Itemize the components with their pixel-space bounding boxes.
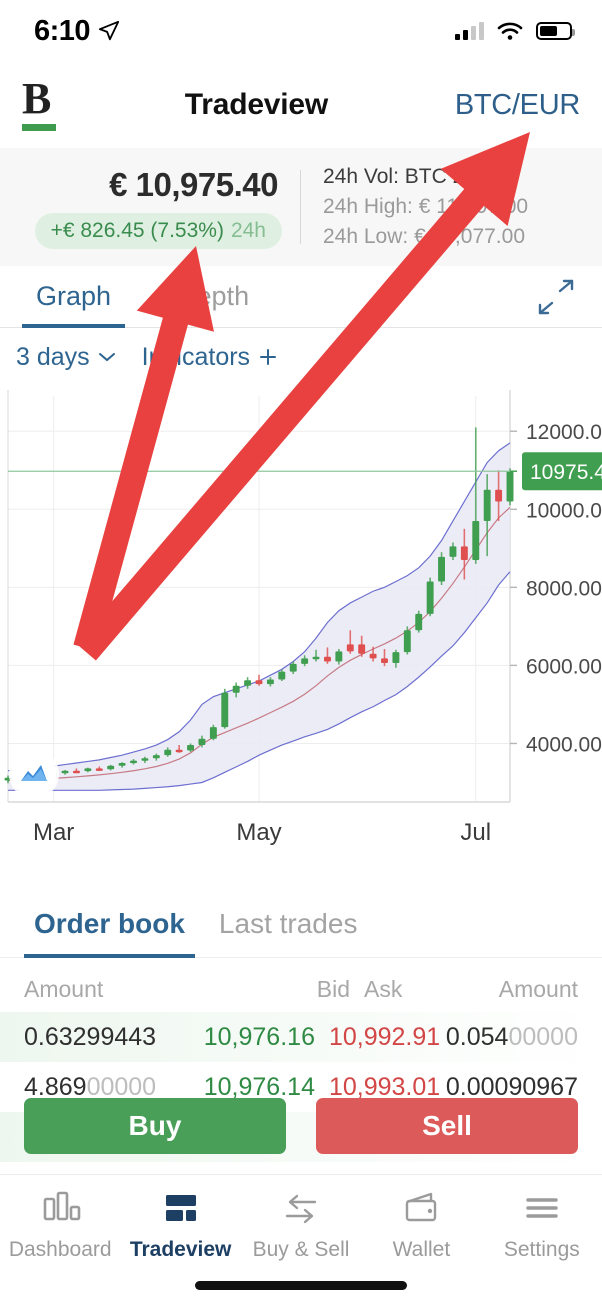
logo-underline <box>22 124 56 131</box>
nav-item-tradeview[interactable]: Tradeview <box>120 1189 240 1262</box>
price-chart[interactable]: 4000.00 6000.00 8000.00 10000.00 12000.00 109… <box>0 384 602 868</box>
header-ask: Ask <box>364 975 403 1002</box>
nav-label-buy-sell: Buy & Sell <box>252 1238 350 1261</box>
range-label: 3 days <box>16 342 90 371</box>
chart-type-icon[interactable] <box>12 752 56 796</box>
trade-actions: Buy Sell <box>0 1098 602 1154</box>
svg-text:Jul: Jul <box>460 819 491 846</box>
price-change-period: 24h <box>230 218 266 242</box>
header-amount-left: Amount <box>24 975 104 1002</box>
header-amount-right: Amount <box>498 975 578 1002</box>
price-summary: € 10,975.40 +€ 826.45 (7.53%) 24h 24h Vo… <box>0 148 602 266</box>
stat-low: 24h Low: € 10,077.00 <box>323 224 526 248</box>
tab-depth[interactable]: Depth <box>163 266 263 328</box>
exchange-arrows-icon <box>285 1194 317 1224</box>
price-box: € 10,975.40 +€ 826.45 (7.53%) 24h <box>0 166 300 249</box>
header-bid: Bid <box>316 975 350 1002</box>
home-indicator <box>195 1281 407 1290</box>
dashboard-grid-icon <box>165 1195 196 1221</box>
cell-ask: 10,992.91 <box>328 1022 441 1051</box>
price-change-badge: +€ 826.45 (7.53%) 24h <box>34 212 282 249</box>
svg-text:Mar: Mar <box>33 819 74 846</box>
app-screen: 6:10 B Tradeview BTC/EUR € 10,975.40 +€ … <box>0 0 602 1304</box>
battery-icon <box>536 22 575 40</box>
tab-last-trades[interactable]: Last trades <box>209 890 368 958</box>
range-selector[interactable]: 3 days <box>16 343 116 372</box>
wallet-icon <box>406 1192 437 1222</box>
nav-item-wallet[interactable]: Wallet <box>361 1189 481 1262</box>
pair-button[interactable]: BTC/EUR <box>455 89 580 122</box>
cellular-signal-icon <box>455 22 484 40</box>
chart-view-tabs: Graph Depth <box>0 266 602 328</box>
plus-icon <box>260 349 277 365</box>
current-price: € 10,975.40 <box>109 165 278 203</box>
hamburger-menu-icon <box>526 1198 558 1218</box>
nav-label-wallet: Wallet <box>392 1238 451 1261</box>
sell-button[interactable]: Sell <box>316 1098 578 1154</box>
chart-toolbar: 3 days Indicators <box>0 330 602 384</box>
logo-letter: B <box>22 74 52 123</box>
bar-chart-icon <box>43 1191 81 1221</box>
status-bar: 6:10 <box>0 0 602 62</box>
status-icons <box>455 21 575 41</box>
nav-label-dashboard: Dashboard <box>8 1238 112 1261</box>
cell-bid: 10,976.16 <box>203 1022 315 1051</box>
cell-amount-left: 0.63299443 <box>24 1022 157 1051</box>
cell-amount-right: 0.05400000 <box>445 1022 578 1051</box>
bitstamp-logo: B <box>22 74 68 131</box>
candlestick-chart-svg: 4000.00 6000.00 8000.00 10000.00 12000.00 109… <box>0 384 602 868</box>
svg-text:8000.00: 8000.00 <box>526 577 602 600</box>
price-change-value: +€ 826.45 (7.53%) <box>50 218 224 242</box>
status-time-group: 6:10 <box>34 15 120 48</box>
indicators-button[interactable]: Indicators <box>142 343 278 372</box>
svg-text:6000.00: 6000.00 <box>526 655 602 678</box>
table-row[interactable]: 0.63299443 10,976.16 10,992.91 0.05400000 <box>0 1012 602 1062</box>
orderbook-header-row: Amount Bid Ask Amount <box>0 966 602 1012</box>
nav-label-settings: Settings <box>503 1238 580 1261</box>
tab-graph[interactable]: Graph <box>22 266 125 328</box>
indicators-label: Indicators <box>141 342 251 371</box>
chevron-down-icon <box>98 353 115 362</box>
nav-label-tradeview: Tradeview <box>129 1238 232 1261</box>
buy-button[interactable]: Buy <box>24 1098 286 1154</box>
nav-item-buy-sell[interactable]: Buy & Sell <box>241 1189 361 1262</box>
svg-text:10975.40: 10975.40 <box>530 461 602 484</box>
page-title: Tradeview <box>184 88 329 121</box>
svg-text:4000.00: 4000.00 <box>526 733 602 756</box>
nav-item-settings[interactable]: Settings <box>482 1189 602 1262</box>
stat-high: 24h High: € 11,007.00 <box>323 195 529 219</box>
app-header: B Tradeview BTC/EUR <box>0 62 602 148</box>
tab-order-book[interactable]: Order book <box>24 890 195 958</box>
location-arrow-icon <box>98 20 120 41</box>
svg-text:10000.00: 10000.00 <box>526 499 602 522</box>
svg-text:12000.00: 12000.00 <box>526 421 602 444</box>
orderbook-tabs: Order book Last trades <box>0 890 602 958</box>
status-time: 6:10 <box>34 14 91 47</box>
expand-icon[interactable] <box>530 275 582 319</box>
nav-item-dashboard[interactable]: Dashboard <box>0 1189 120 1262</box>
stat-volume: 24h Vol: BTC 20 <box>323 165 476 189</box>
market-stats: 24h Vol: BTC 20 24h High: € 11,007.00 24… <box>301 162 528 251</box>
svg-text:May: May <box>236 819 281 846</box>
wifi-icon <box>497 22 523 40</box>
